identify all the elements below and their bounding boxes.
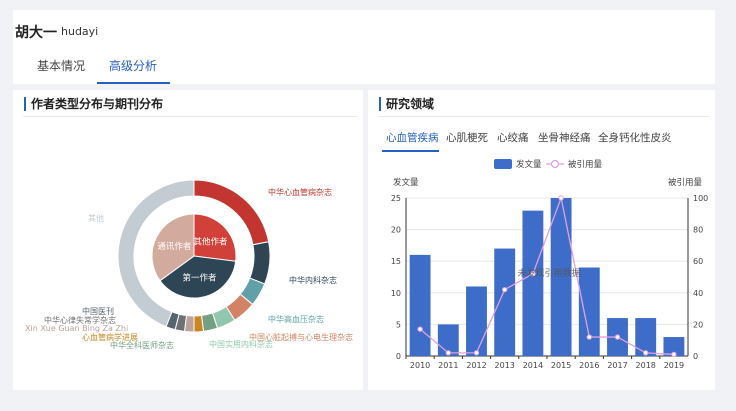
tab-basic-info[interactable]: 基本情况 bbox=[37, 57, 85, 74]
y2-tick-0: 0 bbox=[693, 352, 698, 361]
citation-point-2010 bbox=[417, 326, 423, 332]
outer-label-2: 中华高血压杂志 bbox=[268, 314, 324, 324]
outer-slice-1 bbox=[249, 241, 271, 285]
x-tick-2012: 2012 bbox=[466, 361, 486, 370]
author-name: 胡大一 bbox=[15, 25, 57, 41]
outer-label-10: 其他 bbox=[88, 213, 104, 223]
y2-tick-2: 40 bbox=[693, 289, 703, 298]
x-tick-2018: 2018 bbox=[636, 361, 656, 370]
bar-2012 bbox=[466, 286, 487, 356]
y-tick-0: 0 bbox=[396, 352, 401, 361]
citation-point-2013 bbox=[502, 286, 508, 293]
legend-bar-label: 发文量 bbox=[516, 159, 542, 170]
outer-label-1: 中华内科杂志 bbox=[289, 275, 337, 285]
inner-label-0: 其他作者 bbox=[193, 236, 228, 247]
tab-advanced-analysis[interactable]: 高级分析 bbox=[109, 57, 157, 74]
citation-point-2018 bbox=[643, 350, 649, 356]
x-tick-2010: 2010 bbox=[410, 361, 430, 370]
outer-label-6: 心血管病学进展 bbox=[82, 332, 138, 342]
author-pinyin: hudayi bbox=[61, 25, 99, 38]
x-tick-2013: 2013 bbox=[495, 361, 515, 370]
citation-point-2019 bbox=[671, 351, 677, 358]
y-tick-1: 5 bbox=[396, 320, 401, 329]
outer-label-9: 中国医刊 bbox=[82, 306, 114, 316]
outer-label-0: 中华心血管病杂志 bbox=[268, 187, 332, 197]
inner-label-1: 第一作者 bbox=[182, 272, 217, 283]
citation-point-2017 bbox=[614, 334, 621, 340]
y2-tick-4: 80 bbox=[693, 226, 703, 235]
citation-point-2011 bbox=[445, 350, 452, 356]
inner-label-2: 通讯作者 bbox=[157, 241, 192, 252]
bar-line-chart: 发文量 被引用量发文量 被引用量05101520250204060801002010… bbox=[391, 159, 708, 370]
outer-slice-6 bbox=[193, 314, 205, 333]
research-field-panel: 研究领域 心血管疾病 心肌梗死 心绞痛 坐骨神经痛 全身钙化性皮炎 发文量 被引用… bbox=[368, 90, 715, 390]
outer-label-8: 中华心律失常学杂志 bbox=[44, 315, 116, 325]
legend-line-marker bbox=[550, 159, 560, 169]
x-tick-2016: 2016 bbox=[579, 361, 599, 370]
y2-tick-1: 20 bbox=[693, 320, 703, 329]
y-tick-5: 25 bbox=[391, 194, 401, 203]
x-tick-2015: 2015 bbox=[551, 361, 571, 370]
outer-label-4: 中国实用内科杂志 bbox=[209, 339, 273, 349]
citation-point-2016 bbox=[586, 334, 593, 340]
legend-bar-swatch bbox=[494, 159, 512, 169]
donut-chart: 其他作者第一作者通讯作者中华心血管病杂志中华内科杂志中华高血压杂志中国心脏起搏与… bbox=[25, 179, 353, 350]
outer-label-7: Xin Xue Guan Bing Za Zhi bbox=[25, 324, 128, 333]
author-header: 胡大一 hudayi 基本情况 高级分析 bbox=[13, 10, 715, 84]
bar-2014 bbox=[522, 210, 544, 356]
y2-axis-title: 被引用量 bbox=[668, 177, 703, 188]
no-citation-data-text: 未发现引用数据 bbox=[517, 267, 580, 279]
y-tick-3: 15 bbox=[391, 257, 401, 266]
citation-point-2015 bbox=[558, 195, 564, 201]
x-tick-2019: 2019 bbox=[664, 361, 684, 370]
citation-point-2012 bbox=[473, 350, 480, 356]
x-tick-2017: 2017 bbox=[607, 361, 627, 370]
y-axis-title: 发文量 bbox=[393, 177, 419, 188]
y-tick-4: 20 bbox=[391, 226, 401, 235]
author-type-journal-panel: 作者类型分布与期刊分布 其他作者 第一作者 通讯作者 中华心血管病杂志 中华内科杂志 中华… bbox=[13, 90, 363, 390]
x-tick-2014: 2014 bbox=[523, 361, 543, 370]
y2-tick-5: 100 bbox=[693, 194, 708, 203]
x-tick-2011: 2011 bbox=[438, 361, 458, 370]
legend-line-label: 被引用量 bbox=[568, 159, 603, 170]
bar-2010 bbox=[409, 254, 431, 356]
bar-2013 bbox=[494, 248, 516, 356]
y-tick-2: 10 bbox=[391, 289, 401, 298]
bar-2016 bbox=[578, 267, 600, 356]
active-tab-indicator bbox=[97, 82, 170, 84]
y2-tick-3: 60 bbox=[693, 257, 703, 266]
